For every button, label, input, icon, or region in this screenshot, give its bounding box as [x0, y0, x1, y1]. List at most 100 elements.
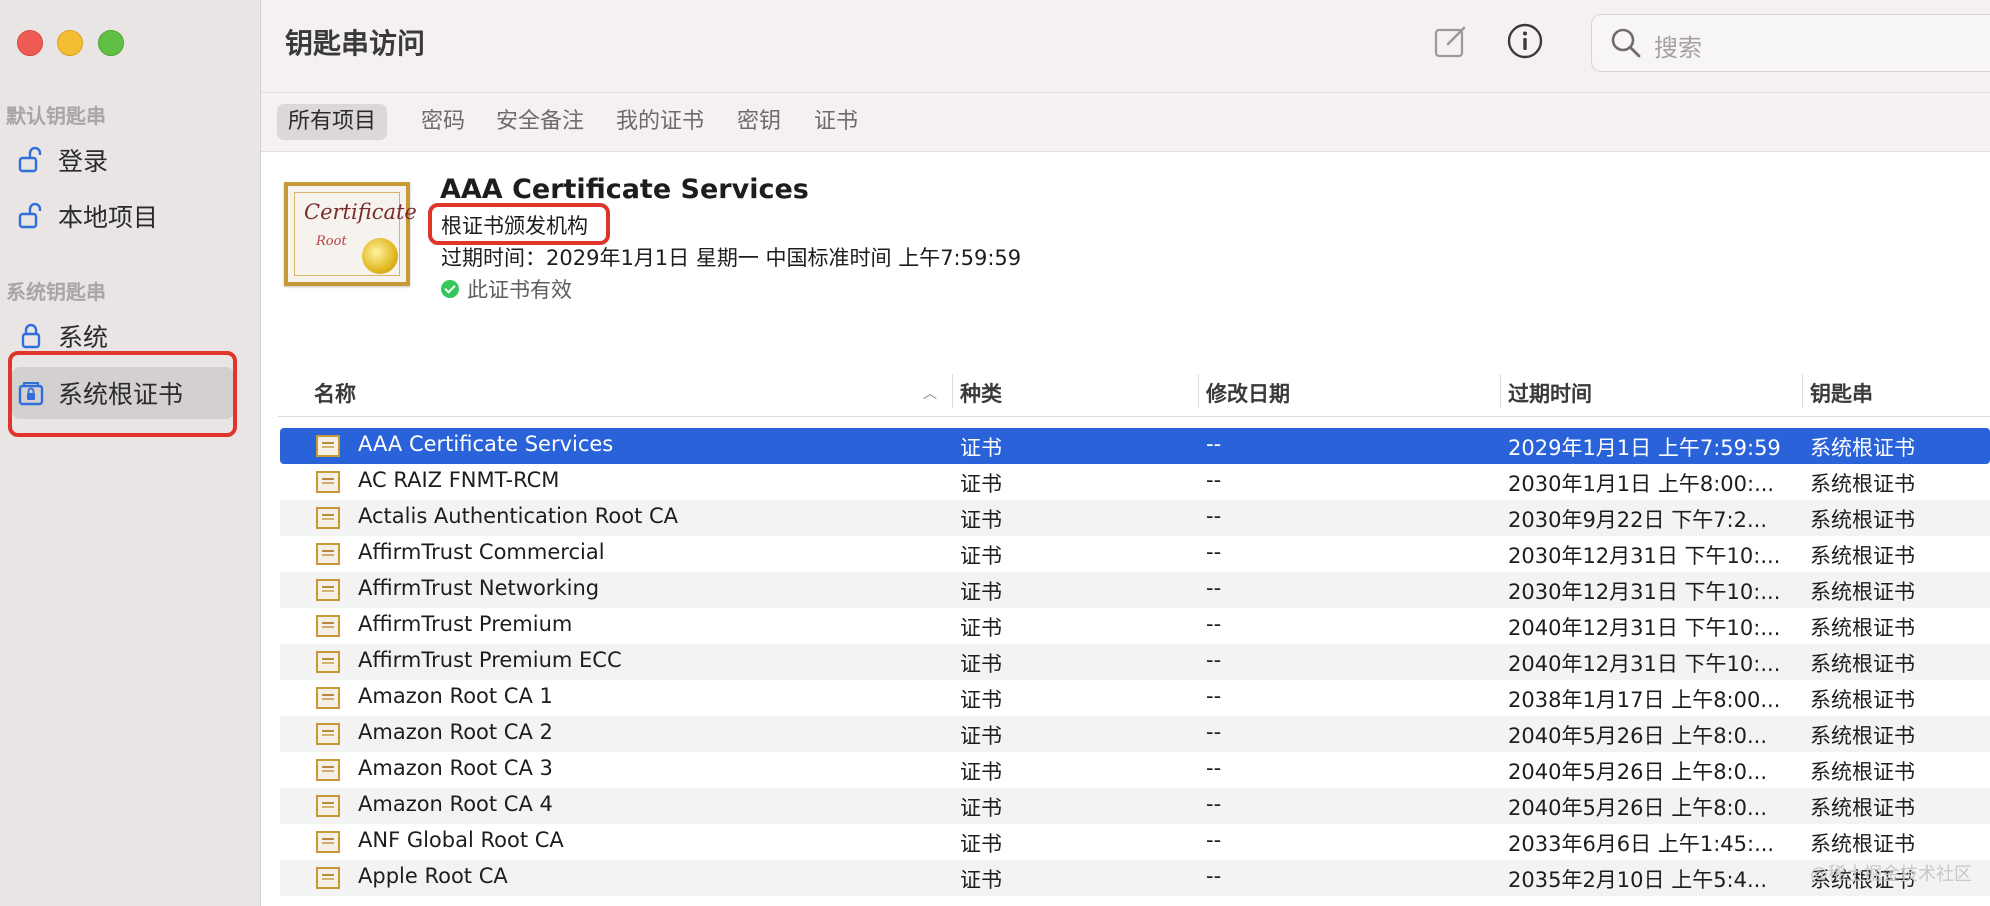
cell-name: AffirmTrust Commercial	[358, 540, 605, 564]
certificate-icon	[316, 723, 340, 745]
column-header-expires[interactable]: 过期时间	[1508, 378, 1592, 408]
column-header-keychain[interactable]: 钥匙串	[1810, 378, 1873, 408]
cell-name: Amazon Root CA 1	[358, 684, 553, 708]
certificate-icon-subtitle: Root	[316, 234, 347, 249]
cell-keychain: 系统根证书	[1810, 472, 1915, 496]
tab-my-certificates[interactable]: 我的证书	[605, 104, 715, 140]
table-row[interactable]: AffirmTrust Premium ECC 证书 -- 2040年12月31日 下…	[280, 644, 1990, 680]
cell-modified: --	[1206, 648, 1222, 672]
annotation-highlight-box	[428, 203, 610, 245]
cell-modified: --	[1206, 828, 1222, 852]
sidebar-item-local-items[interactable]: 本地项目	[12, 190, 234, 242]
search-input[interactable]: 搜索	[1654, 28, 1702, 63]
cell-expires: 2040年5月26日 上午8:0...	[1508, 724, 1768, 748]
unlocked-lock-icon	[14, 143, 48, 177]
certificate-icon	[316, 795, 340, 817]
table-row[interactable]: AffirmTrust Commercial 证书 -- 2030年12月31日 下午…	[280, 536, 1990, 572]
zoom-window-button[interactable]	[98, 30, 124, 56]
column-header-kind[interactable]: 种类	[960, 378, 1002, 408]
cell-name: Actalis Authentication Root CA	[358, 504, 679, 528]
table-row[interactable]: AffirmTrust Networking 证书 -- 2030年12月31日 下午…	[280, 572, 1990, 608]
seal-icon	[362, 238, 398, 274]
compose-icon[interactable]	[1432, 22, 1470, 60]
cell-modified: --	[1206, 756, 1222, 780]
cell-keychain: 系统根证书	[1810, 616, 1915, 640]
certificate-icon	[316, 831, 340, 853]
certificate-status: 此证书有效	[441, 274, 572, 304]
certificate-icon	[316, 615, 340, 637]
tab-keys[interactable]: 密钥	[726, 104, 792, 140]
certificate-icon	[316, 435, 340, 457]
page-title: 钥匙串访问	[285, 27, 426, 60]
table-row[interactable]: AAA Certificate Services 证书 -- 2029年1月1日 上午…	[280, 428, 1990, 464]
cell-modified: --	[1206, 720, 1222, 744]
cell-kind: 证书	[960, 580, 1002, 604]
column-header-name[interactable]: 名称	[314, 378, 356, 408]
cell-kind: 证书	[960, 472, 1002, 496]
minimize-window-button[interactable]	[57, 30, 83, 56]
table-row[interactable]: Amazon Root CA 3 证书 -- 2040年5月26日 上午8:0... 系…	[280, 752, 1990, 788]
tab-all-items[interactable]: 所有项目	[277, 104, 388, 140]
sidebar-item-login[interactable]: 登录	[12, 134, 234, 186]
certificate-icon	[316, 579, 340, 601]
watermark: @稀土掘金技术社区	[1810, 864, 1972, 885]
close-window-button[interactable]	[17, 30, 43, 56]
cell-kind: 证书	[960, 652, 1002, 676]
sidebar-section-default: 默认钥匙串	[6, 104, 106, 128]
cell-modified: --	[1206, 504, 1222, 528]
cell-name: Amazon Root CA 4	[358, 792, 553, 816]
cell-keychain: 系统根证书	[1810, 832, 1915, 856]
category-tabs: 所有项目 密码 安全备注 我的证书 密钥 证书	[261, 93, 1990, 152]
cell-name: ANF Global Root CA	[358, 828, 564, 852]
column-header-modified[interactable]: 修改日期	[1206, 378, 1290, 408]
lock-icon	[14, 319, 48, 353]
table-row[interactable]: Amazon Root CA 1 证书 -- 2038年1月17日 上午8:00...…	[280, 680, 1990, 716]
cell-name: AffirmTrust Premium ECC	[358, 648, 622, 672]
certificate-icon	[316, 867, 340, 889]
cell-expires: 2040年12月31日 下午10:...	[1508, 616, 1781, 640]
certificate-expiry: 过期时间：2029年1月1日 星期一 中国标准时间 上午7:59:59	[441, 246, 1022, 270]
cell-modified: --	[1206, 792, 1222, 816]
cell-name: Apple Root CA	[358, 864, 508, 888]
table-row[interactable]: Amazon Root CA 2 证书 -- 2040年5月26日 上午8:0... 系…	[280, 716, 1990, 752]
cell-keychain: 系统根证书	[1810, 436, 1915, 460]
info-icon[interactable]	[1506, 22, 1544, 60]
sidebar-item-label: 系统	[58, 323, 109, 352]
cell-kind: 证书	[960, 724, 1002, 748]
cell-expires: 2035年2月10日 上午5:4...	[1508, 868, 1768, 892]
cell-keychain: 系统根证书	[1810, 580, 1915, 604]
cell-modified: --	[1206, 468, 1222, 492]
certificate-name: AAA Certificate Services	[440, 174, 809, 205]
table-row[interactable]: Apple Root CA 证书 -- 2035年2月10日 上午5:4... 系统根证…	[280, 860, 1990, 896]
cell-expires: 2030年12月31日 下午10:...	[1508, 580, 1781, 604]
cell-kind: 证书	[960, 616, 1002, 640]
table-row[interactable]: ANF Global Root CA 证书 -- 2033年6月6日 上午1:45:.…	[280, 824, 1990, 860]
search-field[interactable]: 搜索	[1591, 14, 1990, 72]
cell-kind: 证书	[960, 760, 1002, 784]
cell-expires: 2030年9月22日 下午7:2...	[1508, 508, 1768, 532]
certificate-table: AAA Certificate Services 证书 -- 2029年1月1日 上午…	[280, 428, 1990, 896]
table-row[interactable]: AffirmTrust Premium 证书 -- 2040年12月31日 下午10:…	[280, 608, 1990, 644]
table-row[interactable]: Actalis Authentication Root CA 证书 -- 2030年9…	[280, 500, 1990, 536]
cell-name: Amazon Root CA 2	[358, 720, 553, 744]
cell-expires: 2029年1月1日 上午7:59:59	[1508, 436, 1781, 460]
cell-kind: 证书	[960, 688, 1002, 712]
cell-name: AAA Certificate Services	[358, 432, 614, 456]
sidebar-item-label: 登录	[58, 147, 109, 176]
cell-name: AffirmTrust Premium	[358, 612, 573, 636]
cell-expires: 2040年5月26日 上午8:0...	[1508, 796, 1768, 820]
sort-ascending-icon[interactable]: ︿	[923, 383, 937, 403]
cell-keychain: 系统根证书	[1810, 796, 1915, 820]
cell-expires: 2040年5月26日 上午8:0...	[1508, 760, 1768, 784]
tab-certificates[interactable]: 证书	[803, 104, 869, 140]
search-icon	[1610, 27, 1642, 63]
certificate-status-text: 此证书有效	[467, 278, 572, 302]
tab-secure-notes[interactable]: 安全备注	[485, 104, 595, 140]
cell-kind: 证书	[960, 436, 1002, 460]
cell-expires: 2030年1月1日 上午8:00:...	[1508, 472, 1775, 496]
toolbar: 钥匙串访问 搜索	[261, 0, 1990, 93]
table-row[interactable]: Amazon Root CA 4 证书 -- 2040年5月26日 上午8:0... 系…	[280, 788, 1990, 824]
table-row[interactable]: AC RAIZ FNMT-RCM 证书 -- 2030年1月1日 上午8:00:...…	[280, 464, 1990, 500]
tab-passwords[interactable]: 密码	[410, 104, 476, 140]
cell-expires: 2033年6月6日 上午1:45:...	[1508, 832, 1775, 856]
